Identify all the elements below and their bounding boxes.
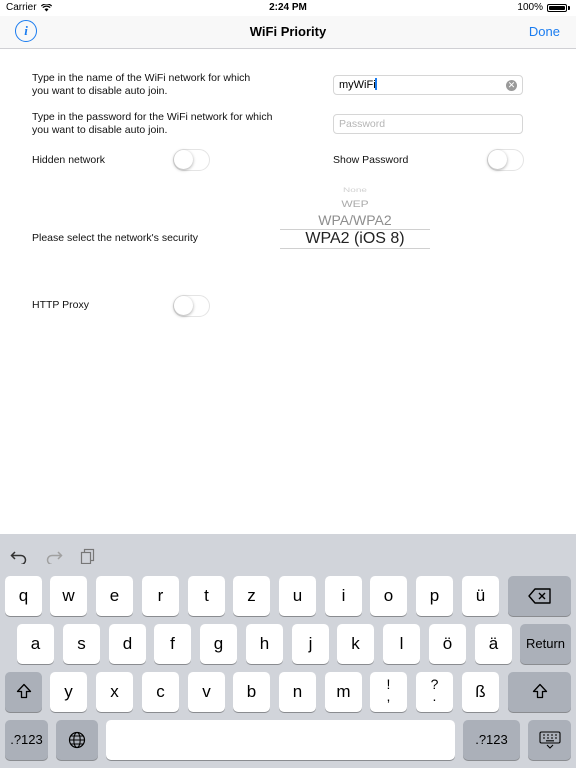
shift-icon: [532, 683, 547, 699]
paste-icon[interactable]: [80, 548, 96, 564]
return-key[interactable]: Return: [520, 624, 571, 664]
key-r[interactable]: r: [142, 576, 179, 616]
key-exclamation-comma[interactable]: ! ,: [370, 672, 407, 712]
numbers-key-right[interactable]: .?123: [463, 720, 520, 760]
key-u[interactable]: u: [279, 576, 316, 616]
show-password-label: Show Password: [333, 154, 409, 166]
key-w[interactable]: w: [50, 576, 87, 616]
status-bar: Carrier 2:24 PM 100%: [0, 0, 576, 16]
hidden-network-label: Hidden network: [32, 154, 105, 166]
key-d[interactable]: d: [109, 624, 146, 664]
screen: Carrier 2:24 PM 100% i WiFi Priority Don…: [0, 0, 576, 768]
key-x[interactable]: x: [96, 672, 133, 712]
http-proxy-label: HTTP Proxy: [32, 299, 89, 311]
keyboard-dismiss-key[interactable]: [528, 720, 571, 760]
key-g[interactable]: g: [200, 624, 237, 664]
redo-icon[interactable]: [45, 548, 63, 564]
space-key[interactable]: [106, 720, 455, 760]
shift-icon: [16, 683, 31, 699]
key-h[interactable]: h: [246, 624, 283, 664]
status-right: 100%: [517, 2, 570, 13]
battery-icon: [547, 3, 567, 12]
picker-option[interactable]: WPA/WPA2: [280, 212, 430, 228]
shift-key-right[interactable]: [508, 672, 571, 712]
key-e[interactable]: e: [96, 576, 133, 616]
done-button[interactable]: Done: [529, 24, 560, 39]
key-o-umlaut[interactable]: ö: [429, 624, 466, 664]
key-y[interactable]: y: [50, 672, 87, 712]
key-v[interactable]: v: [188, 672, 225, 712]
nav-bar: i WiFi Priority Done: [0, 16, 576, 49]
backspace-key[interactable]: [508, 576, 571, 616]
battery-percent: 100%: [517, 2, 543, 13]
security-picker[interactable]: None WEP WPA/WPA2 WPA2 (iOS 8): [280, 186, 430, 250]
key-z[interactable]: z: [233, 576, 270, 616]
key-eszett[interactable]: ß: [462, 672, 499, 712]
keyboard: q w e r t z u i o p ü a s d f g h j k l …: [0, 534, 576, 768]
shift-key-left[interactable]: [5, 672, 42, 712]
key-m[interactable]: m: [325, 672, 362, 712]
key-p[interactable]: p: [416, 576, 453, 616]
switch-knob: [174, 296, 193, 315]
key-c[interactable]: c: [142, 672, 179, 712]
key-a-umlaut[interactable]: ä: [475, 624, 512, 664]
key-f[interactable]: f: [154, 624, 191, 664]
security-label: Please select the network's security: [32, 232, 198, 244]
globe-icon: [68, 731, 86, 749]
backspace-icon: [527, 588, 551, 604]
password-label-line1: Type in the password for the WiFi networ…: [32, 111, 273, 123]
network-name-label-line1: Type in the name of the WiFi network for…: [32, 72, 251, 84]
key-question-period[interactable]: ? .: [416, 672, 453, 712]
key-b[interactable]: b: [233, 672, 270, 712]
key-t[interactable]: t: [188, 576, 225, 616]
keyboard-dismiss-icon: [538, 731, 561, 749]
key-l[interactable]: l: [383, 624, 420, 664]
password-input[interactable]: Password: [333, 114, 523, 134]
key-o[interactable]: o: [370, 576, 407, 616]
key-bottom-char: .: [432, 688, 437, 704]
show-password-switch[interactable]: [487, 149, 524, 171]
network-name-value: myWiFi: [339, 79, 376, 91]
switch-knob: [174, 150, 193, 169]
clear-text-icon[interactable]: ✕: [506, 80, 517, 91]
picker-option[interactable]: WEP: [280, 198, 430, 209]
status-time: 2:24 PM: [269, 2, 307, 13]
password-label-line2: you want to disable auto join.: [32, 124, 168, 136]
network-name-input[interactable]: myWiFi ✕: [333, 75, 523, 95]
key-k[interactable]: k: [337, 624, 374, 664]
text-caret: [374, 78, 377, 90]
page-title: WiFi Priority: [249, 24, 327, 39]
picker-selected-option[interactable]: WPA2 (iOS 8): [280, 230, 430, 248]
http-proxy-switch[interactable]: [173, 295, 210, 317]
password-label: Type in the password for the WiFi networ…: [32, 111, 272, 137]
undo-icon[interactable]: [10, 548, 28, 564]
picker-selection-line: [280, 248, 430, 249]
switch-knob: [488, 150, 507, 169]
password-placeholder: Password: [339, 118, 386, 130]
globe-key[interactable]: [56, 720, 98, 760]
numbers-key-left[interactable]: .?123: [5, 720, 48, 760]
key-s[interactable]: s: [63, 624, 100, 664]
network-name-label-line2: you want to disable auto join.: [32, 85, 168, 97]
key-q[interactable]: q: [5, 576, 42, 616]
key-a[interactable]: a: [17, 624, 54, 664]
key-j[interactable]: j: [292, 624, 329, 664]
network-name-label: Type in the name of the WiFi network for…: [32, 72, 250, 98]
key-n[interactable]: n: [279, 672, 316, 712]
key-i[interactable]: i: [325, 576, 362, 616]
picker-option[interactable]: None: [280, 188, 430, 194]
battery-tip: [568, 5, 570, 10]
key-u-umlaut[interactable]: ü: [462, 576, 499, 616]
key-bottom-char: ,: [386, 688, 391, 704]
hidden-network-switch[interactable]: [173, 149, 210, 171]
